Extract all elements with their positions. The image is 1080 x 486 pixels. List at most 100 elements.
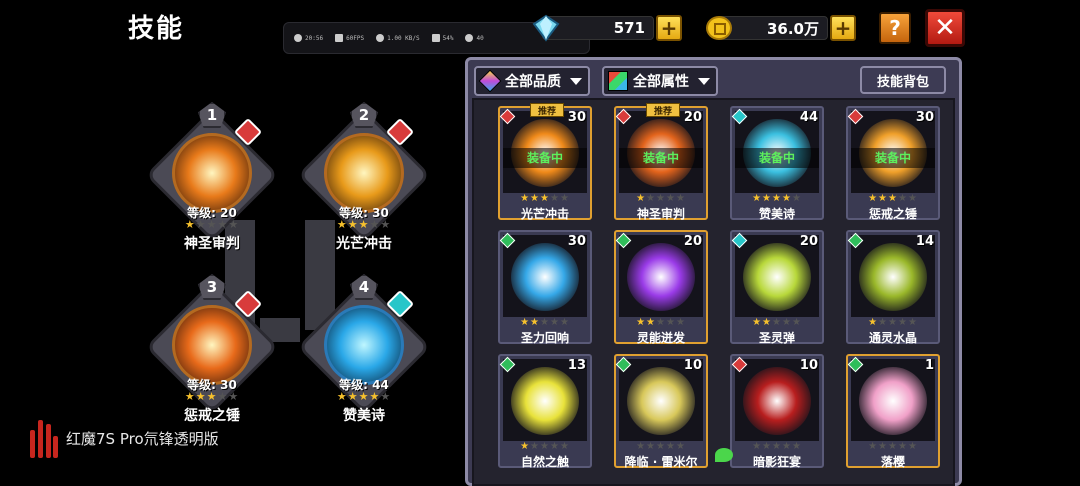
clock-icon — [294, 34, 302, 42]
skill-art-icon — [172, 305, 252, 385]
close-button[interactable]: ✕ — [925, 9, 965, 47]
star-icon: ★ — [195, 218, 207, 231]
skill-level: 20 — [683, 110, 702, 125]
skill-card[interactable]: 44 装备中 ★★★★★ 赞美诗 — [730, 106, 824, 221]
star-icon: ★ — [636, 193, 647, 204]
skill-level: 13 — [567, 358, 586, 373]
star-icon: ★ — [762, 317, 773, 328]
star-icon: ★ — [206, 390, 218, 403]
skill-name: 灵能迸发 — [636, 331, 685, 345]
skill-card[interactable]: 13 ★★★★★ 自然之触 — [498, 354, 592, 469]
equipped-slot-3[interactable]: 3 等级: 30 ★★★★★ 惩戒之锤 — [145, 272, 279, 424]
skill-level: 10 — [683, 358, 702, 373]
star-icon: ★ — [878, 317, 889, 328]
diamond-icon — [532, 14, 560, 42]
chevron-down-icon — [698, 77, 710, 85]
skill-stars: ★★★★★ — [616, 441, 706, 452]
star-icon: ★ — [665, 317, 676, 328]
skill-card[interactable]: 30 ★★★★★ 圣力回响 — [498, 230, 592, 345]
skill-level: 30 — [915, 110, 934, 125]
help-button[interactable]: ? — [879, 12, 911, 44]
star-icon: ★ — [868, 317, 879, 328]
skill-art-icon — [627, 367, 695, 435]
star-icon: ★ — [878, 193, 889, 204]
star-icon: ★ — [656, 317, 666, 328]
star-icon: ★ — [380, 390, 392, 403]
skill-level: 20 — [799, 234, 818, 249]
chat-bubble-icon[interactable] — [715, 448, 733, 462]
skill-card[interactable]: 1 ★★★★★ 落樱 — [846, 354, 940, 469]
star-icon: ★ — [530, 317, 541, 328]
skill-stars: ★★★★★ — [500, 193, 590, 204]
skill-stars: ★★★★★ — [848, 441, 938, 452]
skill-level: 1 — [924, 358, 934, 373]
star-icon: ★ — [897, 317, 908, 328]
skill-card[interactable]: 20 ★★★★★ 圣灵弹 — [730, 230, 824, 345]
skill-card[interactable]: 30 装备中 ★★★★★ 惩戒之锤 — [846, 106, 940, 221]
equipped-slot-2[interactable]: 2 等级: 30 ★★★★★ 光芒冲击 — [297, 100, 431, 252]
star-icon: ★ — [665, 441, 676, 452]
star-icon: ★ — [636, 317, 647, 328]
skill-bag-button[interactable]: 技能背包 — [860, 66, 946, 94]
skill-art-icon — [511, 367, 579, 435]
star-icon: ★ — [897, 193, 908, 204]
star-icon: ★ — [347, 218, 359, 231]
quality-filter-dropdown[interactable]: 全部品质 — [474, 66, 590, 96]
star-icon: ★ — [781, 441, 792, 452]
skill-art-icon — [859, 367, 927, 435]
chevron-down-icon — [570, 77, 582, 85]
equipped-slot-1[interactable]: 1 等级: 20 ★★★★★ 神圣审判 — [145, 100, 279, 252]
skill-name: 暗影狂宴 — [752, 455, 801, 469]
star-icon: ★ — [878, 441, 889, 452]
star-icon: ★ — [762, 193, 773, 204]
skill-art-icon — [859, 243, 927, 311]
star-icon: ★ — [646, 193, 657, 204]
add-gold-button[interactable]: + — [830, 15, 856, 41]
skill-card[interactable]: 10 ★★★★★ 降临 · 雷米尔 — [614, 354, 708, 469]
star-icon: ★ — [520, 441, 531, 452]
skill-art-icon — [743, 243, 811, 311]
skill-card[interactable]: 20 推荐 装备中 ★★★★★ 神圣审判 — [614, 103, 708, 221]
equipped-slot-4[interactable]: 4 等级: 44 ★★★★★ 赞美诗 — [297, 272, 431, 424]
skill-name: 赞美诗 — [758, 207, 795, 221]
star-icon: ★ — [665, 193, 676, 204]
attribute-filter-dropdown[interactable]: 全部属性 — [602, 66, 718, 96]
skill-card[interactable]: 14 ★★★★★ 通灵水晶 — [846, 230, 940, 345]
star-icon: ★ — [762, 441, 773, 452]
add-gems-button[interactable]: + — [656, 15, 682, 41]
star-icon: ★ — [520, 193, 531, 204]
star-icon: ★ — [206, 218, 218, 231]
temperature-icon — [465, 34, 474, 42]
star-icon: ★ — [336, 218, 348, 231]
star-icon: ★ — [559, 193, 570, 204]
star-icon: ★ — [907, 317, 918, 328]
skill-card[interactable]: 10 ★★★★★ 暗影狂宴 — [730, 354, 824, 469]
skill-level: 10 — [799, 358, 818, 373]
network-icon — [376, 34, 385, 42]
star-icon: ★ — [868, 193, 879, 204]
skill-name: 圣力回响 — [520, 331, 569, 345]
star-icon: ★ — [195, 390, 207, 403]
skill-level: 44 — [799, 110, 818, 125]
attribute-filter-label: 全部属性 — [633, 74, 689, 90]
star-icon: ★ — [656, 193, 666, 204]
skill-name: 通灵水晶 — [868, 331, 917, 345]
skill-art-icon — [627, 243, 695, 311]
skill-stars: ★★★★★ — [616, 193, 706, 204]
slot-stars: ★★★★★ — [147, 218, 277, 231]
skill-stars: ★★★★★ — [732, 441, 822, 452]
skill-card[interactable]: 30 推荐 装备中 ★★★★★ 光芒冲击 — [498, 103, 592, 221]
star-icon: ★ — [646, 317, 657, 328]
skill-level: 14 — [915, 234, 934, 249]
skill-level: 30 — [567, 110, 586, 125]
skill-card[interactable]: 20 ★★★★★ 灵能迸发 — [614, 230, 708, 345]
star-icon: ★ — [781, 317, 792, 328]
star-icon: ★ — [559, 441, 570, 452]
star-icon: ★ — [888, 441, 898, 452]
skill-name: 圣灵弹 — [758, 331, 795, 345]
gold-counter: 36.0万 + — [706, 14, 856, 42]
recommended-badge: 推荐 — [530, 103, 564, 117]
slot-stars: ★★★★★ — [147, 390, 277, 403]
skill-name: 光芒冲击 — [520, 207, 569, 221]
skill-art-icon — [743, 367, 811, 435]
